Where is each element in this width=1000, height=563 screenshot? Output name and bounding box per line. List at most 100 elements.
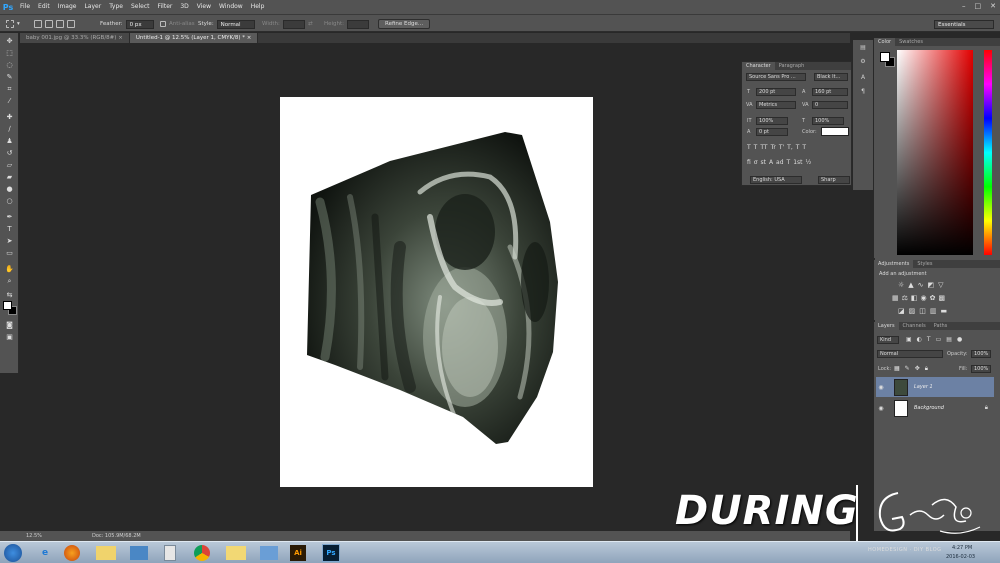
font-style-select[interactable]: Black It...: [814, 73, 848, 81]
curves-icon[interactable]: ∿: [918, 281, 924, 289]
move-tool-icon[interactable]: ✥: [4, 37, 15, 46]
taskbar-firefox-icon[interactable]: [64, 545, 80, 561]
lock-paint-icon[interactable]: ✎: [905, 365, 910, 373]
language-select[interactable]: English: USA: [750, 176, 802, 184]
opacity-input[interactable]: 100%: [971, 350, 991, 358]
invert-icon[interactable]: ◪: [898, 307, 905, 315]
black-white-icon[interactable]: ◧: [911, 294, 918, 302]
selective-color-icon[interactable]: ▥: [930, 307, 937, 315]
discretionary-ligatures-button[interactable]: st: [760, 159, 765, 166]
minimize-icon[interactable]: –: [962, 2, 966, 10]
font-family-select[interactable]: Source Sans Pro ...: [746, 73, 806, 81]
paragraph-icon[interactable]: ¶: [858, 88, 868, 97]
titling-button[interactable]: T: [787, 159, 791, 166]
tab-untitled-1[interactable]: Untitled-1 @ 12.5% (Layer 1, CMYK/8) * ×: [129, 33, 259, 43]
swap-icon[interactable]: ⇄: [308, 19, 313, 29]
menu-file[interactable]: File: [16, 0, 34, 14]
tab-adjustments[interactable]: Adjustments: [874, 260, 914, 268]
history-icon[interactable]: ▤: [858, 44, 868, 53]
zoom-level[interactable]: 12.5%: [26, 533, 42, 539]
menu-select[interactable]: Select: [127, 0, 154, 14]
shape-filter-icon[interactable]: ▭: [936, 336, 942, 343]
vibrance-icon[interactable]: ▽: [938, 281, 943, 289]
taskbar-chrome-icon[interactable]: [194, 545, 210, 561]
type-tool-icon[interactable]: T: [4, 225, 15, 234]
taskbar-control-icon[interactable]: [130, 546, 148, 560]
quick-mask-icon[interactable]: ◙: [4, 321, 15, 330]
fill-input[interactable]: 100%: [971, 365, 991, 373]
tab-channels[interactable]: Channels: [899, 322, 930, 330]
layer-row-layer-1[interactable]: ◉ Layer 1: [876, 377, 994, 397]
selection-mode-icons[interactable]: [34, 19, 78, 29]
clock-time[interactable]: 4:27 PM: [952, 545, 972, 551]
horizontal-scale-input[interactable]: 100%: [812, 117, 844, 125]
ordinals-button[interactable]: 1st: [793, 159, 802, 166]
gradient-map-icon[interactable]: ▬: [941, 307, 948, 315]
swash-button[interactable]: A: [769, 159, 773, 166]
exposure-icon[interactable]: ◩: [928, 281, 935, 289]
font-size-input[interactable]: 200 pt: [756, 88, 796, 96]
height-input[interactable]: [347, 19, 370, 29]
eraser-tool-icon[interactable]: ▱: [4, 161, 15, 170]
photo-filter-icon[interactable]: ◉: [921, 294, 927, 302]
taskbar-explorer-icon[interactable]: [96, 546, 116, 560]
taskbar-folder-icon[interactable]: [226, 546, 246, 560]
menu-type[interactable]: Type: [105, 0, 127, 14]
color-field[interactable]: [897, 50, 973, 255]
zoom-tool-icon[interactable]: ⌕: [4, 277, 15, 286]
brightness-icon[interactable]: ☼: [898, 281, 904, 289]
tab-paragraph[interactable]: Paragraph: [775, 62, 809, 70]
antialias-select[interactable]: Sharp: [818, 176, 850, 184]
character-icon[interactable]: A: [858, 74, 868, 83]
fractions-button[interactable]: ½: [806, 159, 812, 166]
lock-pixels-icon[interactable]: ▦: [894, 365, 900, 373]
type-filter-icon[interactable]: T: [927, 336, 931, 343]
menu-edit[interactable]: Edit: [34, 0, 54, 14]
marquee-tool-icon[interactable]: ⬚: [4, 49, 15, 58]
tab-swatches[interactable]: Swatches: [895, 38, 927, 46]
healing-tool-icon[interactable]: ✚: [4, 113, 15, 122]
menu-filter[interactable]: Filter: [154, 0, 177, 14]
path-select-icon[interactable]: ➤: [4, 237, 15, 246]
visibility-eye-icon[interactable]: ◉: [876, 405, 886, 412]
taskbar-photos-icon[interactable]: [260, 546, 278, 560]
workspace-select[interactable]: Essentials: [934, 19, 994, 29]
shape-tool-icon[interactable]: ▭: [4, 249, 15, 258]
old-style-button[interactable]: ơ: [754, 159, 758, 166]
hue-slider[interactable]: [984, 50, 992, 255]
pixel-filter-icon[interactable]: ▣: [906, 336, 912, 343]
kerning-select[interactable]: Metrics: [756, 101, 796, 109]
pen-tool-icon[interactable]: ✒: [4, 213, 15, 222]
taskbar-photoshop-icon[interactable]: Ps: [322, 544, 340, 562]
tab-baby-jpg[interactable]: baby 001.jpg @ 33.3% (RGB/8#) ×: [20, 33, 130, 43]
posterize-icon[interactable]: ▨: [909, 307, 916, 315]
all-caps-button[interactable]: TT: [760, 144, 767, 151]
history-brush-icon[interactable]: ↺: [4, 149, 15, 158]
adjustment-filter-icon[interactable]: ◐: [917, 336, 922, 343]
channel-mixer-icon[interactable]: ✿: [930, 294, 936, 302]
foreground-color-swatch[interactable]: [3, 301, 12, 310]
marquee-tool-preset-icon[interactable]: ▾: [6, 19, 20, 29]
hand-tool-icon[interactable]: ✋: [4, 265, 15, 274]
lasso-tool-icon[interactable]: ◌: [4, 61, 15, 70]
close-icon[interactable]: ✕: [990, 2, 996, 10]
threshold-icon[interactable]: ◫: [919, 307, 926, 315]
taskbar-ie-icon[interactable]: e: [34, 544, 56, 562]
dodge-tool-icon[interactable]: ○: [4, 197, 15, 206]
feather-input[interactable]: 0 px: [125, 19, 154, 29]
style-select[interactable]: Normal: [216, 19, 255, 29]
blur-tool-icon[interactable]: ●: [4, 185, 15, 194]
text-color-swatch[interactable]: [821, 127, 849, 136]
levels-icon[interactable]: ▲: [908, 281, 913, 289]
fg-swatch[interactable]: [880, 52, 890, 62]
stylistic-alternates-button[interactable]: ad: [776, 159, 784, 166]
superscript-button[interactable]: T': [779, 144, 784, 151]
lock-position-icon[interactable]: ✥: [915, 365, 920, 373]
tab-layers[interactable]: Layers: [874, 322, 899, 330]
visibility-eye-icon[interactable]: ◉: [876, 384, 886, 391]
width-input[interactable]: [282, 19, 305, 29]
swap-colors-icon[interactable]: ⇆: [4, 291, 15, 300]
antialias-checkbox[interactable]: Anti-alias: [160, 19, 195, 29]
menu-help[interactable]: Help: [247, 0, 269, 14]
refine-edge-button[interactable]: Refine Edge...: [378, 19, 431, 29]
